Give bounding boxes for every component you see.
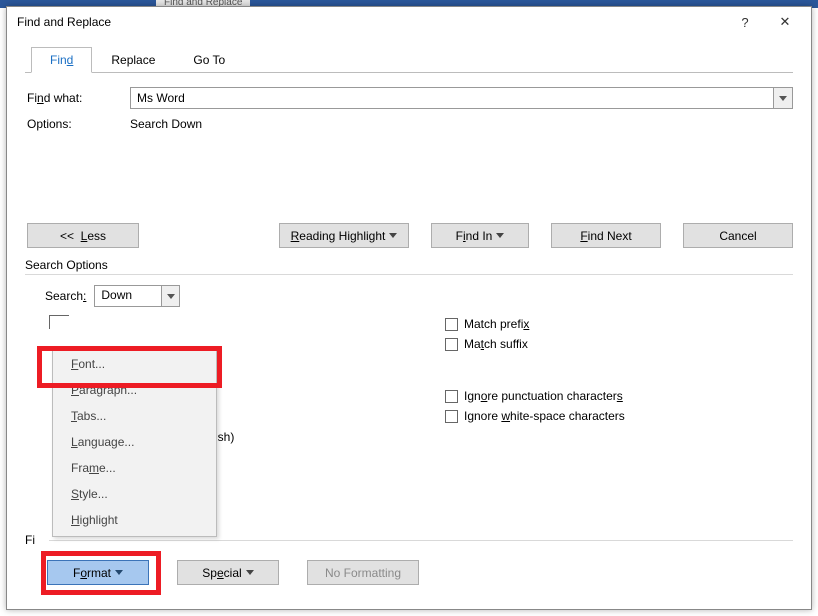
search-label: Search: [45, 289, 86, 303]
find-replace-dialog: Find and Replace ? ✕ Find Replace Go To … [6, 6, 812, 610]
partial-checkbox-hidden [49, 315, 69, 329]
reading-highlight-button[interactable]: Reading Highlight [279, 223, 409, 248]
triangle-down-icon [246, 570, 254, 575]
menu-font[interactable]: Font... [53, 351, 216, 377]
special-button[interactable]: Special [177, 560, 279, 585]
search-direction-value: Down [95, 286, 161, 306]
find-what-input[interactable] [130, 87, 773, 109]
options-value: Search Down [130, 117, 202, 131]
dialog-title: Find and Replace [17, 15, 725, 29]
chevron-down-icon [167, 294, 175, 299]
find-section-label-partial: Fi [25, 533, 35, 547]
tabstrip: Find Replace Go To [31, 47, 793, 73]
search-direction-select[interactable]: Down [94, 285, 180, 307]
close-button[interactable]: ✕ [765, 8, 805, 36]
triangle-down-icon [115, 570, 123, 575]
tab-goto[interactable]: Go To [174, 47, 244, 73]
tab-replace[interactable]: Replace [92, 47, 174, 73]
find-what-field[interactable] [130, 87, 793, 109]
truncated-english-text: ish) [215, 430, 234, 444]
chevron-down-icon [779, 96, 787, 101]
menu-tabs[interactable]: Tabs... [53, 403, 216, 429]
format-popup-menu: Font... Paragraph... Tabs... Language...… [52, 347, 217, 537]
triangle-down-icon [389, 233, 397, 238]
menu-highlight[interactable]: Highlight [53, 507, 216, 533]
menu-language[interactable]: Language... [53, 429, 216, 455]
no-formatting-button: No Formatting [307, 560, 419, 585]
help-button[interactable]: ? [725, 8, 765, 36]
options-label: Options: [25, 117, 130, 131]
tab-find[interactable]: Find [31, 47, 92, 73]
ignore-whitespace-checkbox[interactable]: Ignore white-space characters [445, 409, 625, 423]
menu-frame[interactable]: Frame... [53, 455, 216, 481]
menu-style[interactable]: Style... [53, 481, 216, 507]
ignore-punctuation-checkbox[interactable]: Ignore punctuation characters [445, 389, 625, 403]
find-next-button[interactable]: Find Next [551, 223, 661, 248]
titlebar: Find and Replace ? ✕ [7, 7, 811, 37]
find-what-label: Find what: [25, 91, 130, 105]
cancel-button[interactable]: Cancel [683, 223, 793, 248]
match-suffix-checkbox[interactable]: Match suffix [445, 337, 625, 351]
menu-paragraph[interactable]: Paragraph... [53, 377, 216, 403]
format-button[interactable]: Format [47, 560, 149, 585]
find-what-dropdown[interactable] [773, 87, 793, 109]
find-in-button[interactable]: Find In [431, 223, 529, 248]
search-options-heading: Search Options [25, 258, 793, 272]
search-direction-dropdown[interactable] [161, 286, 179, 306]
triangle-down-icon [496, 233, 504, 238]
less-button[interactable]: << Less [27, 223, 139, 248]
match-prefix-checkbox[interactable]: Match prefix [445, 317, 625, 331]
